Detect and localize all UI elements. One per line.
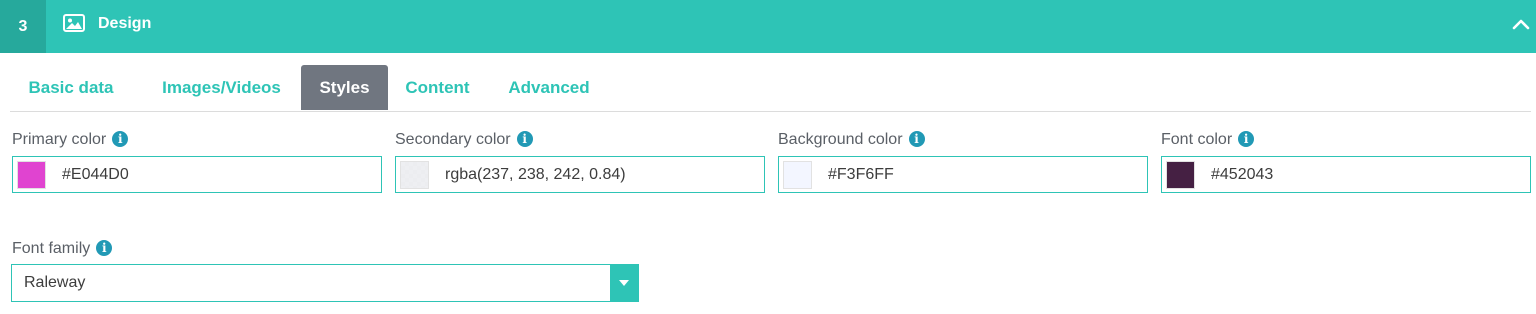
background-color-label: Background color i xyxy=(778,131,925,149)
section-title: Design xyxy=(98,15,152,32)
primary-color-swatch[interactable] xyxy=(17,161,46,189)
background-color-value[interactable]: #F3F6FF xyxy=(828,157,894,192)
primary-color-label: Primary color i xyxy=(12,131,129,149)
font-family-value: Raleway xyxy=(24,274,86,291)
font-color-label: Font color i xyxy=(1161,131,1255,149)
step-number: 3 xyxy=(0,0,46,53)
secondary-color-value[interactable]: rgba(237, 238, 242, 0.84) xyxy=(445,157,626,192)
secondary-color-label: Secondary color i xyxy=(395,131,533,149)
font-color-field[interactable]: #452043 xyxy=(1161,156,1531,193)
tab-content[interactable]: Content xyxy=(398,65,477,110)
section-header[interactable]: 3 Design xyxy=(0,0,1536,53)
tab-basic-data[interactable]: Basic data xyxy=(10,65,132,110)
image-icon xyxy=(63,14,85,32)
font-color-swatch[interactable] xyxy=(1166,161,1195,189)
tab-advanced[interactable]: Advanced xyxy=(500,65,598,110)
info-icon[interactable]: i xyxy=(1238,131,1255,147)
font-color-label-text: Font color xyxy=(1161,131,1233,148)
info-icon[interactable]: i xyxy=(908,131,925,147)
tab-images-videos[interactable]: Images/Videos xyxy=(151,65,292,110)
chevron-up-icon[interactable] xyxy=(1512,17,1530,31)
background-color-label-text: Background color xyxy=(778,131,903,148)
font-family-select[interactable]: Raleway xyxy=(11,264,639,302)
info-icon[interactable]: i xyxy=(112,131,129,147)
font-color-value[interactable]: #452043 xyxy=(1211,157,1273,192)
primary-color-label-text: Primary color xyxy=(12,131,107,148)
font-family-label: Font family i xyxy=(12,240,113,258)
info-icon[interactable]: i xyxy=(96,240,113,256)
secondary-color-field[interactable]: rgba(237, 238, 242, 0.84) xyxy=(395,156,765,193)
background-color-field[interactable]: #F3F6FF xyxy=(778,156,1148,193)
dropdown-button[interactable] xyxy=(610,265,638,301)
primary-color-value[interactable]: #E044D0 xyxy=(62,157,129,192)
tab-bar: Basic data Images/Videos Styles Content … xyxy=(10,65,1531,112)
tab-styles[interactable]: Styles xyxy=(301,65,388,110)
caret-down-icon xyxy=(619,280,629,286)
primary-color-field[interactable]: #E044D0 xyxy=(12,156,382,193)
background-color-swatch[interactable] xyxy=(783,161,812,189)
font-family-label-text: Font family xyxy=(12,240,91,257)
secondary-color-label-text: Secondary color xyxy=(395,131,511,148)
info-icon[interactable]: i xyxy=(516,131,533,147)
secondary-color-swatch[interactable] xyxy=(400,161,429,189)
